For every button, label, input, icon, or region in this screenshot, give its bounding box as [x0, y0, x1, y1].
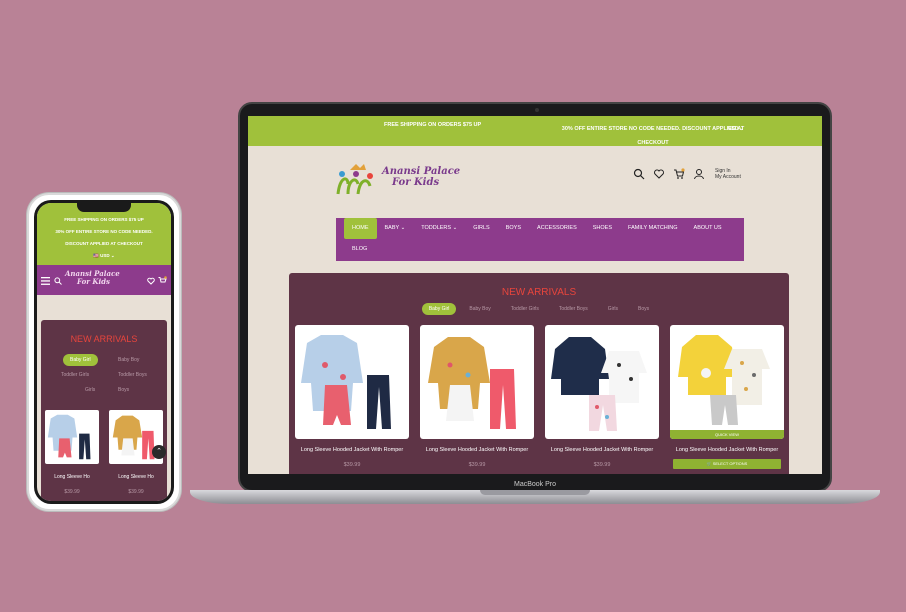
phone-announcement-bar: FREE SHIPPING ON ORDERS $75 UP 30% OFF E… — [37, 203, 171, 265]
tab-toddler-boys[interactable]: Toddler Boys — [552, 303, 595, 315]
tab-girls[interactable]: Girls — [85, 387, 95, 393]
site-logo[interactable]: Anansi Palace For Kids — [65, 270, 120, 286]
currency-selector[interactable]: 🇺🇸 USD ⌄ — [37, 253, 171, 259]
discount-message: 30% OFF ENTIRE STORE NO CODE NEEDED. — [55, 229, 153, 234]
laptop-base-notch — [480, 490, 590, 495]
baby-jacket-romper-image — [301, 335, 391, 429]
header-icons: Sign In My Account — [633, 168, 741, 180]
product-name[interactable]: Long Sleeve Ho — [45, 474, 99, 480]
nav-item-toddlers[interactable]: TODDLERS ⌄ — [413, 218, 465, 239]
product-image[interactable] — [420, 325, 534, 439]
product-image[interactable] — [295, 325, 409, 439]
wishlist-heart-icon[interactable] — [653, 168, 665, 180]
product-card[interactable]: Long Sleeve Ho $39.99 — [45, 410, 99, 495]
site-logo[interactable]: Anansi Palace For Kids — [334, 162, 474, 198]
section-title: NEW ARRIVALS — [70, 334, 138, 344]
phone-screen: FREE SHIPPING ON ORDERS $75 UP 30% OFF E… — [37, 203, 171, 501]
laptop-frame: FREE SHIPPING ON ORDERS $75 UP 30% OFF E… — [238, 102, 832, 492]
product-name[interactable]: Long Sleeve Hooded Jacket With Romper — [295, 447, 409, 453]
product-card[interactable]: QUICK VIEW Long Sleeve Hooded Jacket Wit… — [670, 325, 784, 469]
tab-baby-girl[interactable]: Baby Girl — [63, 354, 98, 366]
search-icon[interactable] — [633, 168, 645, 180]
chevron-down-icon: ⌄ — [451, 225, 458, 231]
nav-item-about-us[interactable]: ABOUT US — [686, 218, 730, 239]
nav-item-boys[interactable]: BOYS — [498, 218, 529, 239]
laptop-screen: FREE SHIPPING ON ORDERS $75 UP 30% OFF E… — [248, 116, 822, 474]
tab-girls[interactable]: Girls — [601, 303, 625, 315]
product-image[interactable] — [545, 325, 659, 439]
cart-icon[interactable] — [158, 276, 167, 285]
yellow-jacket-set-image — [678, 335, 770, 425]
site-header: Anansi Palace For Kids Sign In My Accoun… — [248, 146, 822, 216]
nav-item-girls[interactable]: GIRLS — [465, 218, 498, 239]
currency-selector[interactable]: USD ⌄ — [728, 126, 744, 132]
product-grid: Long Sleeve Hooded Jacket With Romper $3… — [295, 325, 784, 469]
laptop-brand-label: MacBook Pro — [513, 481, 557, 488]
nav-item-shoes[interactable]: SHOES — [585, 218, 620, 239]
discount-message-cont: DISCOUNT APPLIED AT CHECKOUT — [65, 241, 143, 246]
nav-item-home[interactable]: HOME — [344, 218, 377, 239]
product-image[interactable]: QUICK VIEW — [670, 325, 784, 439]
product-name[interactable]: Long Sleeve Hooded Jacket With Romper — [545, 447, 659, 453]
announcement-bar: FREE SHIPPING ON ORDERS $75 UP 30% OFF E… — [248, 116, 822, 146]
product-price: $39.99 — [343, 462, 361, 468]
tab-baby-girl[interactable]: Baby Girl — [421, 303, 457, 315]
product-price: $39.99 — [468, 462, 486, 468]
baby-jacket-romper-image — [47, 414, 91, 460]
nav-item-baby[interactable]: BABY ⌄ — [377, 218, 414, 239]
tab-toddler-boys[interactable]: Toddler Boys — [118, 372, 147, 378]
main-nav: HOME BABY ⌄ TODDLERS ⌄ GIRLS BOYS ACCESSORIES… — [336, 218, 744, 261]
tab-boys[interactable]: Boys — [118, 387, 129, 393]
chevron-down-icon: ⌄ — [399, 225, 406, 231]
product-price: $39.99 — [128, 489, 144, 495]
scroll-to-top-button[interactable]: ⌃ — [152, 445, 166, 459]
navy-jacket-set-image — [551, 337, 647, 431]
tab-toddler-girls[interactable]: Toddler Girls — [61, 372, 89, 378]
nav-item-family-matching[interactable]: FAMILY MATCHING — [620, 218, 686, 239]
product-image[interactable] — [45, 410, 99, 464]
new-arrivals-section: NEW ARRIVALS Baby Girl Baby Boy Toddler Gi… — [289, 273, 789, 474]
category-tabs: Baby Girl Baby Boy Toddler Girls Toddler Bo… — [289, 303, 789, 315]
product-card[interactable]: Long Sleeve Hooded Jacket With Romper $3… — [295, 325, 409, 469]
phone-bezel: FREE SHIPPING ON ORDERS $75 UP 30% OFF E… — [34, 200, 174, 504]
tab-boys[interactable]: Boys — [631, 303, 656, 315]
cart-icon[interactable] — [673, 168, 685, 180]
hamburger-menu-icon[interactable] — [41, 277, 50, 285]
account-link[interactable]: Sign In My Account — [715, 168, 741, 180]
phone-frame: FREE SHIPPING ON ORDERS $75 UP 30% OFF E… — [27, 193, 181, 511]
product-price: $39.99 — [593, 462, 611, 468]
user-icon[interactable] — [693, 168, 705, 180]
wishlist-heart-icon[interactable] — [147, 277, 155, 285]
product-price: $39.99 — [64, 489, 80, 495]
tab-toddler-girls[interactable]: Toddler Girls — [504, 303, 546, 315]
search-icon[interactable] — [54, 277, 62, 285]
crown-kids-logo-icon — [336, 164, 373, 195]
product-name[interactable]: Long Sleeve Hooded Jacket With Romper — [420, 447, 534, 453]
floral-jacket-romper-image — [428, 337, 516, 429]
nav-item-blog[interactable]: BLOG — [344, 239, 375, 260]
nav-item-accessories[interactable]: ACCESSORIES — [529, 218, 585, 239]
tab-baby-boy[interactable]: Baby Boy — [462, 303, 497, 315]
product-name[interactable]: Long Sleeve Ho — [109, 474, 163, 480]
tab-baby-boy[interactable]: Baby Boy — [118, 357, 139, 363]
quick-view-button[interactable]: QUICK VIEW — [670, 430, 784, 439]
select-options-button[interactable]: 🛒 SELECT OPTIONS — [673, 459, 781, 469]
shipping-message: FREE SHIPPING ON ORDERS $75 UP — [384, 122, 482, 128]
product-name[interactable]: Long Sleeve Hooded Jacket With Romper — [670, 447, 784, 453]
camera — [535, 108, 539, 112]
section-title: NEW ARRIVALS — [501, 287, 577, 298]
product-card[interactable]: Long Sleeve Hooded Jacket With Romper $3… — [420, 325, 534, 469]
logo-text: Anansi Palace For Kids — [382, 166, 461, 188]
phone-header: Anansi Palace For Kids — [37, 265, 171, 295]
shipping-message: FREE SHIPPING ON ORDERS $75 UP — [64, 217, 144, 222]
product-card[interactable]: Long Sleeve Hooded Jacket With Romper $3… — [545, 325, 659, 469]
phone-notch — [77, 203, 131, 212]
new-arrivals-section: NEW ARRIVALS Baby Girl Baby Boy Toddler … — [41, 320, 167, 501]
